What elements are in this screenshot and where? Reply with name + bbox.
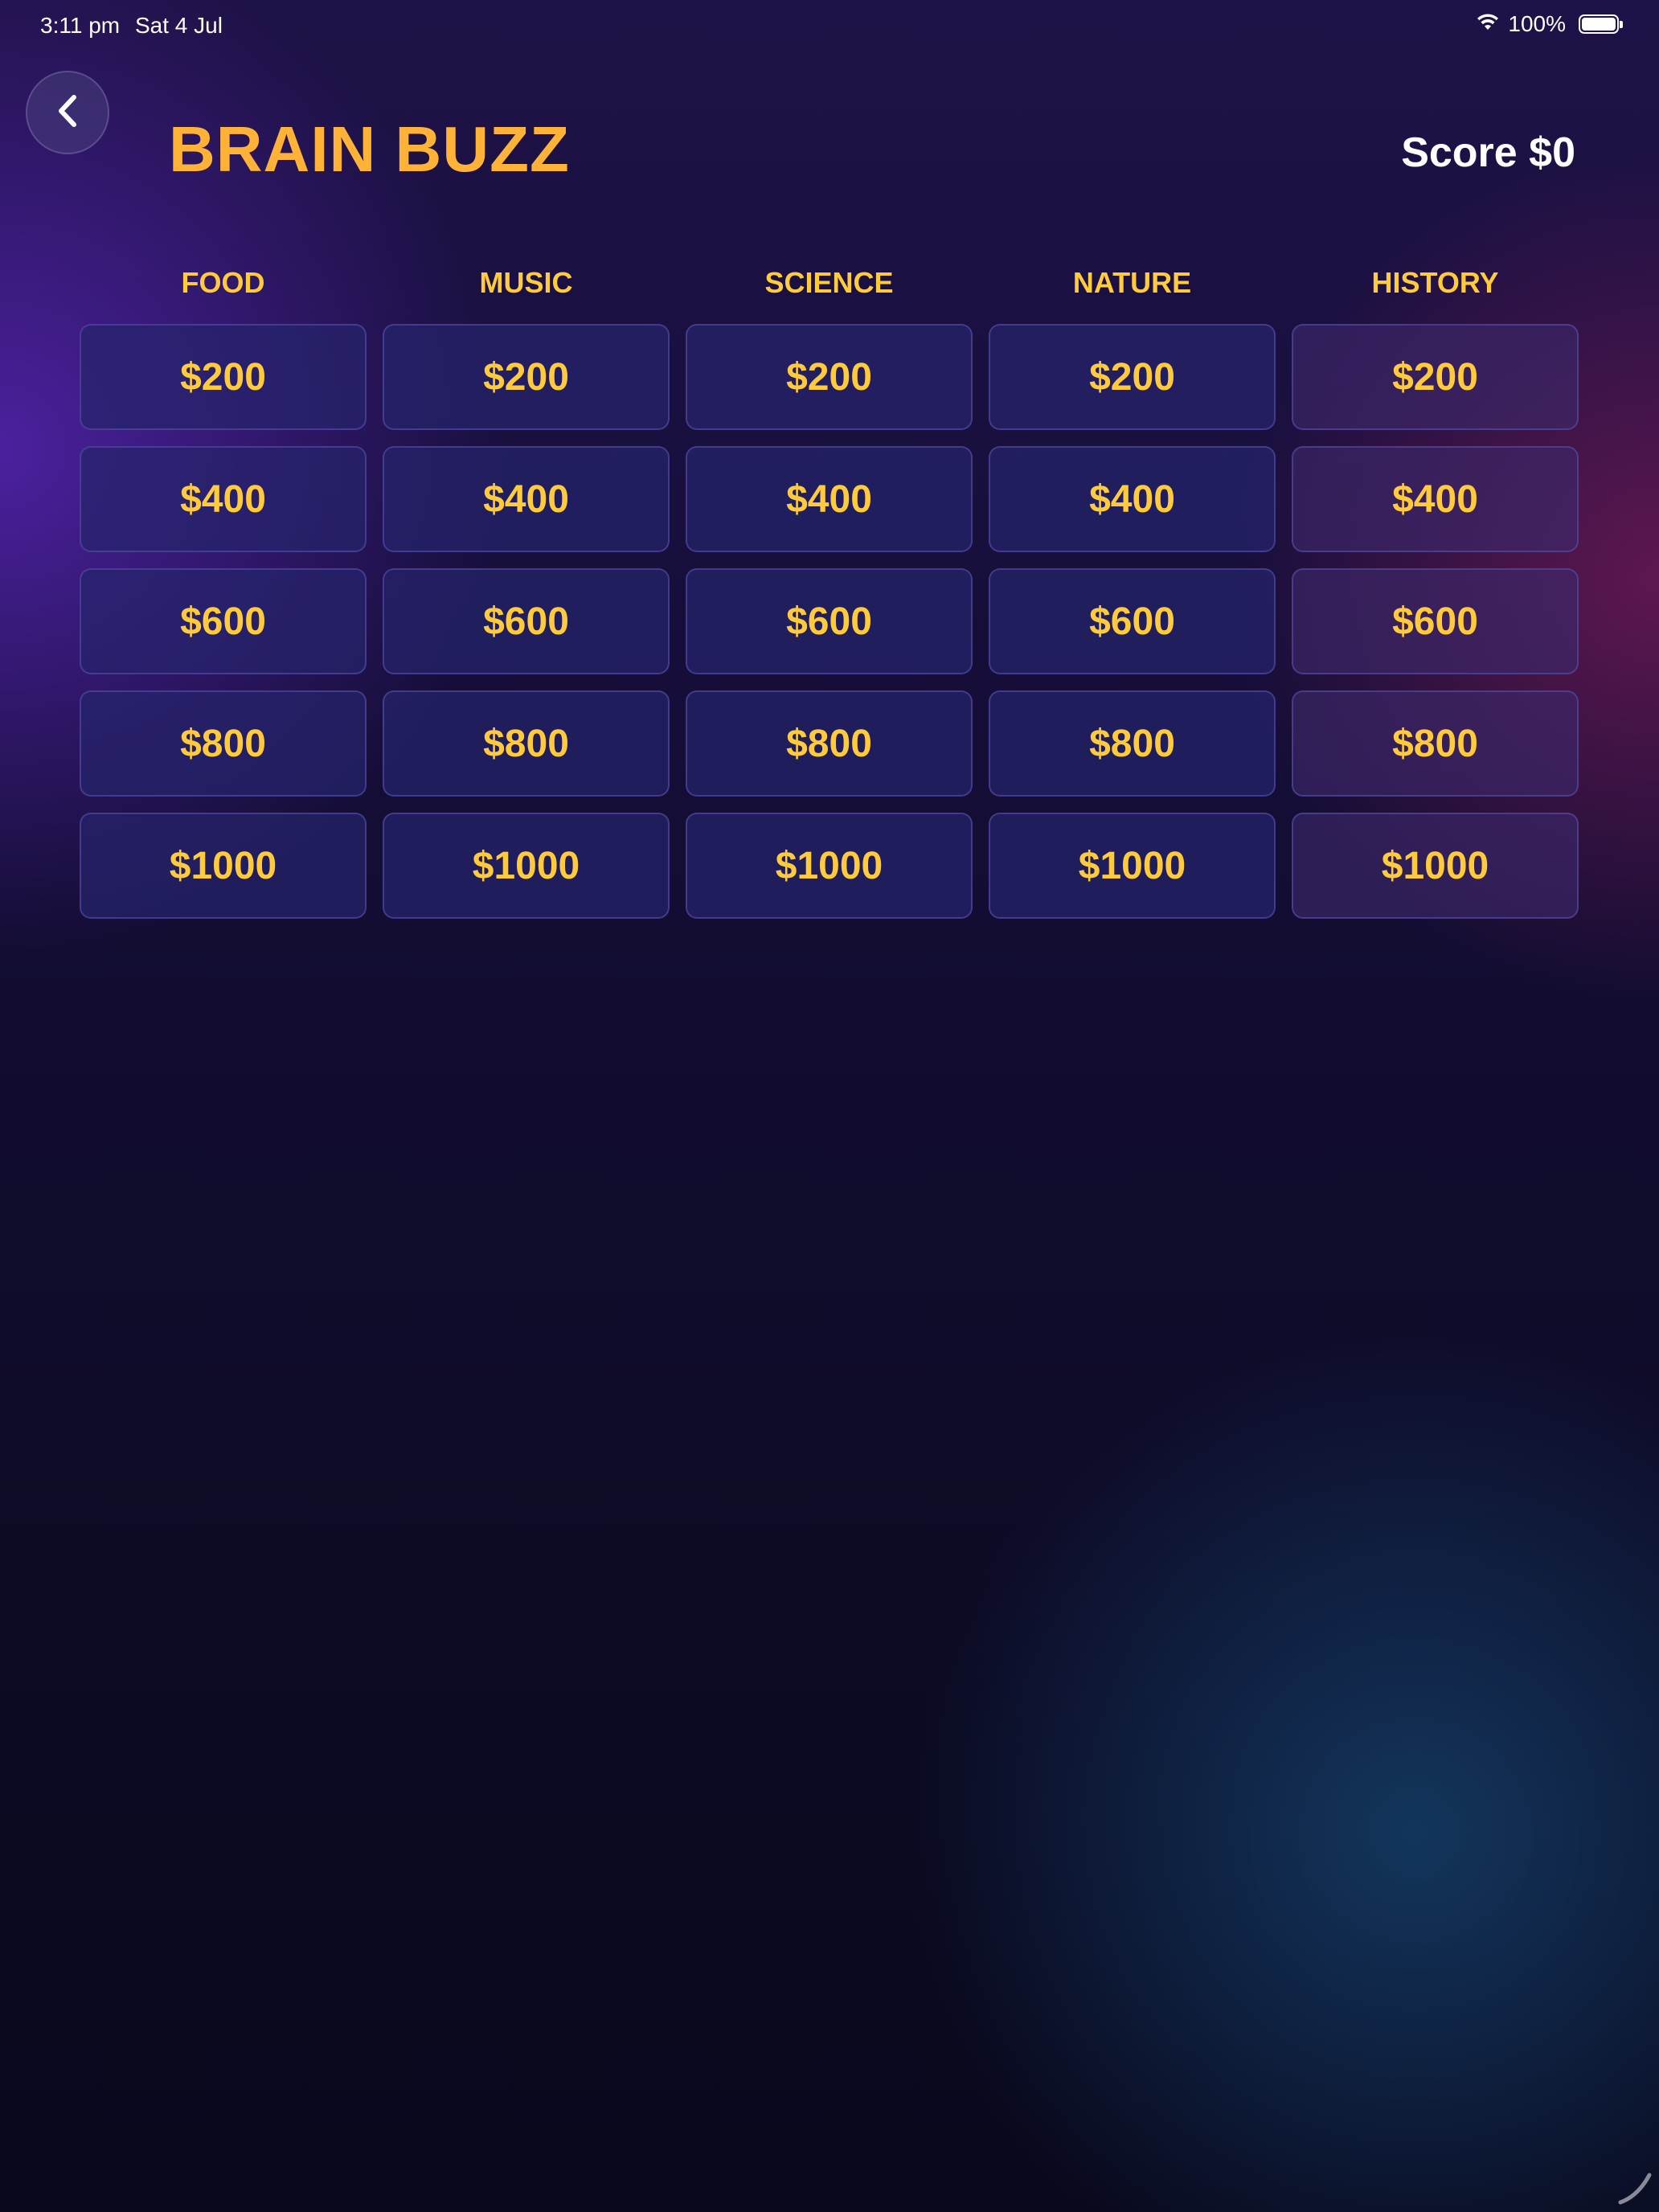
question-tile-science-1000[interactable]: $1000	[686, 813, 973, 919]
question-tile-food-1000[interactable]: $1000	[80, 813, 367, 919]
category-history: HISTORY	[1371, 266, 1499, 299]
question-tile-music-1000[interactable]: $1000	[383, 813, 670, 919]
category-food: FOOD	[181, 266, 265, 299]
question-tile-science-200[interactable]: $200	[686, 324, 973, 430]
battery-icon	[1579, 14, 1623, 34]
question-tile-history-1000[interactable]: $1000	[1292, 813, 1579, 919]
question-tile-food-800[interactable]: $800	[80, 690, 367, 797]
game-board: FOOD MUSIC SCIENCE NATURE HISTORY $200 $2…	[80, 241, 1579, 919]
question-tile-music-200[interactable]: $200	[383, 324, 670, 430]
question-tile-history-600[interactable]: $600	[1292, 568, 1579, 674]
question-grid: $200 $200 $200 $200 $200 $400 $400 $400 $400 $400…	[80, 324, 1579, 919]
score-display: Score $0	[1401, 129, 1575, 176]
question-tile-nature-800[interactable]: $800	[989, 690, 1276, 797]
question-tile-nature-200[interactable]: $200	[989, 324, 1276, 430]
question-tile-history-400[interactable]: $400	[1292, 446, 1579, 552]
question-tile-food-600[interactable]: $600	[80, 568, 367, 674]
question-tile-music-600[interactable]: $600	[383, 568, 670, 674]
status-indicators: 100%	[1476, 11, 1623, 37]
status-time: 3:11 pm	[40, 13, 121, 38]
category-music: MUSIC	[479, 266, 573, 299]
chevron-left-icon	[51, 92, 84, 133]
category-nature: NATURE	[1072, 266, 1192, 299]
question-tile-science-800[interactable]: $800	[686, 690, 973, 797]
game-title: BRAIN BUZZ	[169, 113, 570, 185]
status-bar: 3:11 pm Sat 4 Jul 100%	[0, 0, 1659, 51]
question-tile-food-400[interactable]: $400	[80, 446, 367, 552]
question-tile-history-200[interactable]: $200	[1292, 324, 1579, 430]
question-tile-history-800[interactable]: $800	[1292, 690, 1579, 797]
question-tile-science-400[interactable]: $400	[686, 446, 973, 552]
back-button[interactable]	[26, 71, 109, 154]
question-tile-science-600[interactable]: $600	[686, 568, 973, 674]
question-tile-nature-1000[interactable]: $1000	[989, 813, 1276, 919]
battery-percent: 100%	[1508, 11, 1566, 36]
category-row: FOOD MUSIC SCIENCE NATURE HISTORY	[80, 241, 1579, 325]
question-tile-music-400[interactable]: $400	[383, 446, 670, 552]
wifi-icon	[1476, 11, 1500, 37]
resize-handle-icon	[1614, 2167, 1654, 2207]
question-tile-nature-600[interactable]: $600	[989, 568, 1276, 674]
category-science: SCIENCE	[764, 266, 894, 299]
question-tile-food-200[interactable]: $200	[80, 324, 367, 430]
question-tile-music-800[interactable]: $800	[383, 690, 670, 797]
question-tile-nature-400[interactable]: $400	[989, 446, 1276, 552]
status-date: Sat 4 Jul	[135, 13, 223, 38]
